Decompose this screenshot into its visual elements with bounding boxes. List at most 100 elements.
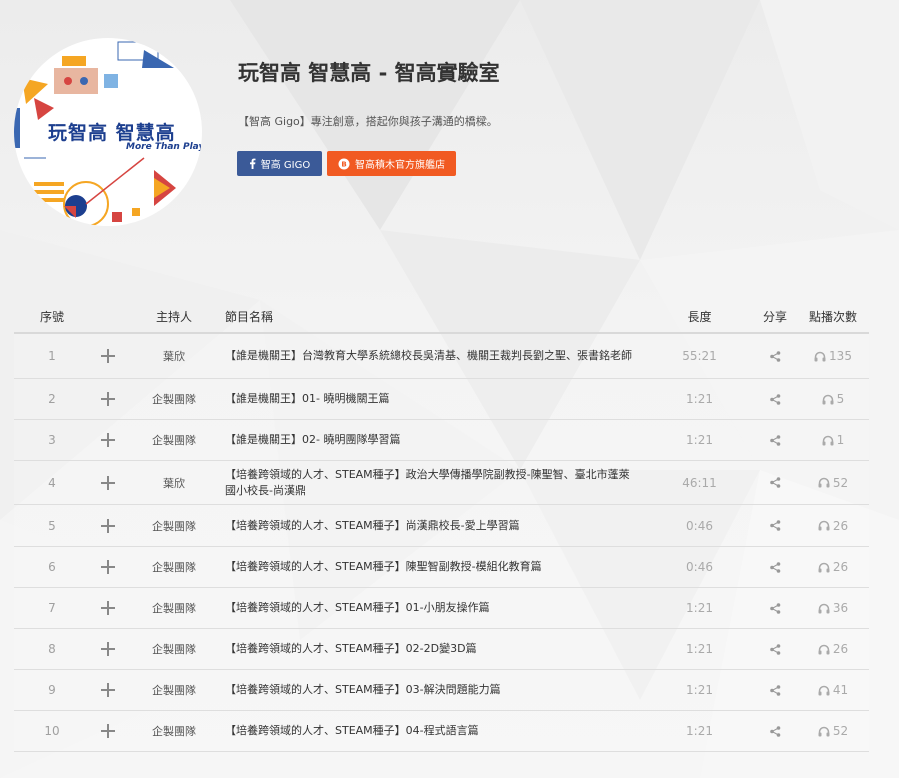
table-row[interactable]: 1 葉欣 【誰是機關王】台灣教育大學系統總校長吳清基、機關王裁判長劉之聖、張書銘老師… [14,334,869,379]
row-title-link[interactable]: 【培養跨領域的人才、STEAM種子】04-程式語言篇 [223,723,646,739]
share-button[interactable] [753,350,797,362]
table-row[interactable]: 2 企製團隊 【誰是機關王】01- 曉明機關王篇 1:21 5 [14,379,869,420]
row-plays-count: 26 [832,642,849,656]
row-plays-count: 41 [832,683,849,697]
row-host: 企製團隊 [152,602,196,615]
share-icon [769,602,781,614]
add-button[interactable] [90,475,125,491]
row-length: 55:21 [682,349,717,363]
row-title-link[interactable]: 【培養跨領域的人才、STEAM種子】陳聖智副教授-模組化教育篇 [223,559,646,575]
headphones-icon [822,394,834,405]
share-button[interactable] [753,561,797,573]
table-row[interactable]: 6 企製團隊 【培養跨領域的人才、STEAM種子】陳聖智副教授-模組化教育篇 0:46… [14,547,869,588]
share-icon [769,520,781,531]
row-title-link[interactable]: 【培養跨領域的人才、STEAM種子】03-解決問題能力篇 [223,682,646,698]
shop-icon: B [338,158,350,170]
table-row[interactable]: 5 企製團隊 【培養跨領域的人才、STEAM種子】尚漢鼎校長-愛上學習篇 0:46 26 [14,505,869,547]
share-button[interactable] [753,725,797,737]
row-title-link[interactable]: 【培養跨領域的人才、STEAM種子】政治大學傳播學院副教授-陳聖智、臺北市蓬萊國… [223,467,646,499]
row-plays-count: 52 [832,724,849,738]
episode-table: 序號 主持人 節目名稱 長度 分享 點播次數 1 葉欣 【誰是機關王】台灣教育大學系… [14,301,869,752]
logo-subtitle: More Than Play [126,142,202,152]
row-plays: 5 [797,392,869,406]
row-plays: 26 [797,642,869,656]
table-row[interactable]: 9 企製團隊 【培養跨領域的人才、STEAM種子】03-解決問題能力篇 1:21 41 [14,670,869,711]
table-row[interactable]: 10 企製團隊 【培養跨領域的人才、STEAM種子】04-程式語言篇 1:21 52 [14,711,869,752]
share-button[interactable] [753,684,797,696]
row-title-link[interactable]: 【培養跨領域的人才、STEAM種子】尚漢鼎校長-愛上學習篇 [223,518,646,534]
row-host: 企製團隊 [152,643,196,656]
row-plays: 52 [797,724,869,738]
row-plays: 26 [797,560,869,574]
row-host: 企製團隊 [152,725,196,738]
headphones-icon [818,562,830,573]
share-icon [769,684,781,696]
row-length: 1:21 [686,683,713,697]
add-button[interactable] [90,600,125,616]
add-button[interactable] [90,723,125,739]
header-plays: 點播次數 [808,310,857,324]
share-button[interactable] [753,434,797,446]
row-no: 2 [48,392,56,406]
row-title-link[interactable]: 【誰是機關王】台灣教育大學系統總校長吳清基、機關王裁判長劉之聖、張書銘老師 [223,348,646,364]
row-title-link[interactable]: 【誰是機關王】01- 曉明機關王篇 [223,391,646,407]
row-plays: 135 [797,349,869,363]
row-plays: 36 [797,601,869,615]
header-share: 分享 [762,310,787,324]
row-host: 企製團隊 [152,519,196,533]
row-no: 7 [48,601,56,615]
row-host: 葉欣 [163,476,185,490]
row-no: 8 [48,642,56,656]
add-button[interactable] [90,682,125,698]
row-length: 0:46 [686,518,713,533]
headphones-icon [818,477,830,488]
table-row[interactable]: 4 葉欣 【培養跨領域的人才、STEAM種子】政治大學傳播學院副教授-陳聖智、臺北市… [14,461,869,505]
add-button[interactable] [90,518,125,534]
row-title-link[interactable]: 【誰是機關王】02- 曉明團隊學習篇 [223,432,646,448]
plus-icon [100,348,116,364]
add-button[interactable] [90,348,125,364]
row-host: 葉欣 [163,350,185,363]
page-title: 玩智高 智慧高 - 智高實驗室 [238,61,500,85]
row-host: 企製團隊 [152,393,196,406]
add-button[interactable] [90,432,125,448]
share-icon [769,350,781,362]
share-button[interactable] [753,393,797,405]
share-icon [769,561,781,573]
headphones-icon [818,685,830,696]
header-host: 主持人 [155,310,192,324]
plus-icon [100,391,116,407]
add-button[interactable] [90,641,125,657]
row-plays-count: 135 [829,349,852,363]
share-button[interactable] [753,477,797,488]
share-icon [769,434,781,446]
shop-button[interactable]: B 智高積木官方旗艦店 [327,151,456,176]
headphones-icon [818,603,830,614]
row-title-link[interactable]: 【培養跨領域的人才、STEAM種子】02-2D變3D篇 [223,641,646,657]
add-button[interactable] [90,559,125,575]
plus-icon [100,475,116,491]
table-row[interactable]: 8 企製團隊 【培養跨領域的人才、STEAM種子】02-2D變3D篇 1:21 26 [14,629,869,670]
plus-icon [100,518,116,534]
share-icon [769,477,781,488]
headphones-icon [818,726,830,737]
headphones-icon [818,520,830,531]
table-row[interactable]: 7 企製團隊 【培養跨領域的人才、STEAM種子】01-小朋友操作篇 1:21 36 [14,588,869,629]
row-plays-count: 36 [832,601,849,615]
share-button[interactable] [753,602,797,614]
add-button[interactable] [90,391,125,407]
row-plays: 41 [797,683,869,697]
row-length: 46:11 [682,475,717,490]
row-length: 1:21 [686,642,713,656]
facebook-button[interactable]: 智高 GIGO [237,151,322,176]
channel-logo: 玩智高 智慧高 More Than Play [14,38,202,226]
share-button[interactable] [753,520,797,531]
row-no: 1 [48,349,56,363]
plus-icon [100,682,116,698]
share-button[interactable] [753,643,797,655]
headphones-icon [818,644,830,655]
table-row[interactable]: 3 企製團隊 【誰是機關王】02- 曉明團隊學習篇 1:21 1 [14,420,869,461]
row-title-link[interactable]: 【培養跨領域的人才、STEAM種子】01-小朋友操作篇 [223,600,646,616]
row-plays-count: 5 [836,392,845,406]
row-plays: 1 [797,433,869,447]
